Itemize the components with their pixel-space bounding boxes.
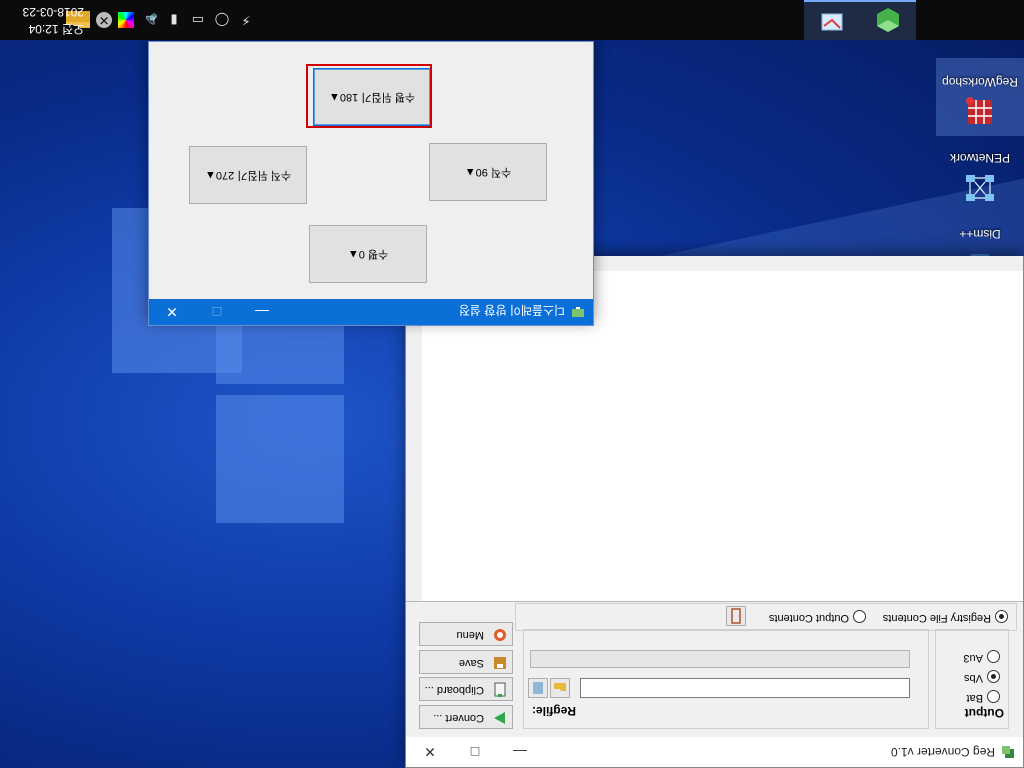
radio-dot	[995, 610, 1008, 623]
save-button[interactable]: Save	[419, 650, 513, 674]
usb-drive-icon[interactable]: ◯	[214, 12, 230, 28]
regfile-group: Regfile:	[523, 629, 929, 729]
regfile-path-input[interactable]	[580, 678, 910, 698]
desktop-icon-penetwork[interactable]: PENetwork	[936, 134, 1024, 212]
desktop-icon-label: Dism++	[959, 227, 1001, 241]
view-options-bar: Registry File Contents Output Contents	[515, 603, 1017, 631]
maximize-button[interactable]: □	[452, 737, 498, 767]
window-title: 디스플레이 방향 설정	[458, 303, 565, 317]
lifebuoy-icon	[494, 629, 506, 641]
portrait-flipped-270-button[interactable]: 수직 뒤집기 270▲	[189, 146, 307, 204]
close-button[interactable]: ✕	[149, 299, 195, 325]
close-circle-icon[interactable]: ✕	[96, 12, 112, 28]
display-window-titlebar[interactable]: 디스플레이 방향 설정 — □ ✕	[149, 299, 593, 325]
display-orientation-window: 디스플레이 방향 설정 — □ ✕ 수평 0▲ 수직 90▲ 수직 뒤집기 27…	[148, 41, 594, 326]
open-file-button[interactable]	[528, 678, 548, 698]
network-icon[interactable]: ⚡	[238, 12, 254, 28]
radio-label: Registry File Contents	[882, 612, 991, 624]
portrait-90-button[interactable]: 수직 90▲	[429, 143, 547, 201]
landscape-0-button[interactable]: 수평 0▲	[309, 225, 427, 283]
windows-logo-pane	[216, 395, 344, 523]
radio-dot	[987, 670, 1000, 683]
radio-label: Vbs	[964, 672, 983, 684]
color-window-icon	[821, 13, 843, 31]
radio-dot	[853, 610, 866, 623]
save-disk-icon	[494, 657, 506, 669]
clock-time: 오전 12:04	[28, 22, 84, 36]
radio-dot	[987, 650, 1000, 663]
file-icon	[533, 682, 543, 694]
regfile-label: Regfile:	[531, 704, 576, 718]
tablet-icon	[731, 608, 741, 624]
focus-highlight-box	[306, 64, 432, 128]
reg-converter-window: Reg Converter v1.0 — □ ✕ Output Bat Vbs …	[405, 256, 1024, 768]
button-label: Menu	[456, 629, 484, 641]
reg-converter-titlebar[interactable]: Reg Converter v1.0 — □ ✕	[406, 737, 1023, 767]
desktop-icon-label: PENetwork	[949, 151, 1011, 165]
network-icon	[966, 175, 994, 201]
color-wheel-icon[interactable]	[118, 12, 134, 28]
play-arrow-icon	[494, 712, 505, 724]
window-title: Reg Converter v1.0	[890, 745, 995, 759]
clock-date: 2018-03-23	[22, 5, 84, 19]
reg-converter-app-icon	[1002, 746, 1014, 758]
device-icon[interactable]: ▭	[190, 12, 206, 28]
speaker-icon[interactable]: 🔈	[142, 12, 158, 28]
clipboard-icon	[494, 682, 506, 697]
output-path-field	[530, 650, 910, 668]
monitor-icon	[572, 307, 584, 317]
button-label: Save	[458, 657, 484, 669]
close-button[interactable]: ✕	[407, 737, 453, 767]
minimize-button[interactable]: —	[239, 299, 285, 325]
taskbar-clock[interactable]: 오전 12:04 2018-03-23	[4, 3, 84, 37]
battery-icon[interactable]: ▮	[166, 12, 182, 28]
taskbar-app-3d-cube[interactable]	[860, 0, 916, 40]
desktop-screen: RegWorkshop PENetwork Dism++ Reg Convert…	[0, 0, 1024, 768]
3d-cube-icon	[877, 8, 899, 32]
maximize-button[interactable]: □	[194, 299, 240, 325]
menu-button[interactable]: Menu	[419, 622, 513, 646]
folder-icon	[554, 683, 566, 691]
button-label: Clipboard ...	[424, 684, 484, 696]
radio-label: Au3	[963, 652, 983, 664]
output-label: Output	[964, 706, 1004, 720]
taskbar: ⚡ ◯ ▭ ▮ 🔈 ✕ 오전 12:04 2018-03-23	[0, 0, 1024, 40]
button-label: Convert ...	[433, 712, 484, 724]
taskbar-app-display-settings[interactable]	[804, 0, 860, 40]
convert-button[interactable]: Convert ...	[419, 705, 513, 729]
minimize-button[interactable]: —	[497, 737, 543, 767]
grid-icon	[966, 97, 992, 124]
desktop-icon-regworkshop[interactable]: RegWorkshop	[936, 58, 1024, 136]
browse-folder-button[interactable]	[550, 678, 570, 698]
tablet-view-button[interactable]	[726, 606, 746, 626]
clipboard-button[interactable]: Clipboard ...	[419, 677, 513, 701]
radio-label: Bat	[966, 692, 983, 704]
radio-dot	[987, 690, 1000, 703]
output-group: Output Bat Vbs Au3	[935, 629, 1009, 729]
radio-label: Output Contents	[768, 612, 849, 624]
desktop-icon-label: RegWorkshop	[942, 75, 1018, 89]
